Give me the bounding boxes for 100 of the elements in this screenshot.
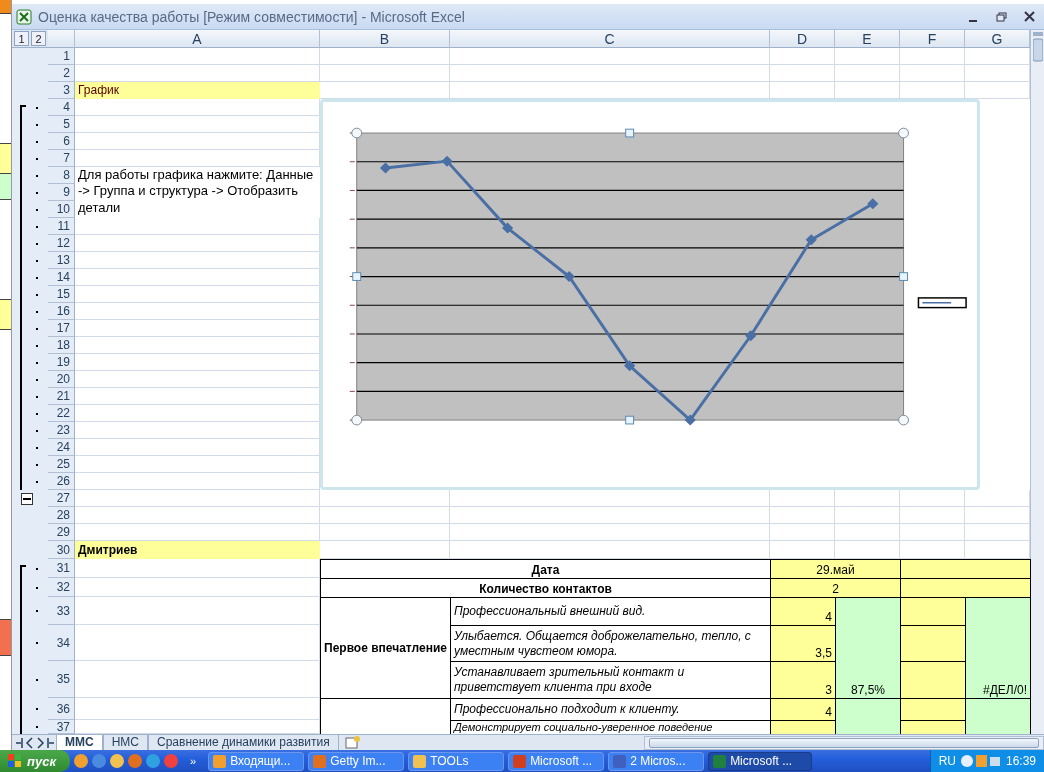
row-header[interactable]: 35 (48, 661, 75, 698)
row-header[interactable]: 2 (48, 65, 75, 82)
row-header[interactable]: 17 (48, 320, 75, 337)
sheet-cell[interactable] (770, 524, 835, 541)
sheet-cell[interactable] (450, 524, 770, 541)
row-header[interactable]: 15 (48, 286, 75, 303)
collapse-button[interactable] (21, 492, 33, 505)
taskbar-button[interactable]: Getty Im... (308, 751, 405, 771)
line-chart[interactable] (320, 99, 980, 490)
row-header[interactable]: 30 (48, 541, 75, 559)
outline-level-button[interactable]: 2 (31, 31, 46, 46)
sheet-cell[interactable] (835, 524, 900, 541)
row-header[interactable]: 26 (48, 473, 75, 490)
taskbar-button[interactable]: TOOLs (408, 751, 505, 771)
taskbar-button[interactable]: 2 Micros... (608, 751, 705, 771)
row-header[interactable]: 9 (48, 184, 75, 201)
scroll-right-icon[interactable] (45, 735, 56, 750)
quick-launch-icon[interactable] (146, 754, 160, 768)
more-button[interactable]: » (182, 755, 205, 767)
row-header[interactable]: 28 (48, 507, 75, 524)
row-header[interactable]: 8 (48, 167, 75, 184)
row-header[interactable]: 7 (48, 150, 75, 167)
row-header[interactable]: 21 (48, 388, 75, 405)
row-header[interactable]: 12 (48, 235, 75, 252)
row-header[interactable]: 16 (48, 303, 75, 320)
resize-handle[interactable] (351, 414, 363, 426)
quick-launch-icon[interactable] (164, 754, 178, 768)
column-header[interactable]: B (320, 30, 450, 48)
column-header[interactable]: C (450, 30, 770, 48)
row-header[interactable]: 13 (48, 252, 75, 269)
row-header[interactable]: 3 (48, 82, 75, 99)
tray-icons[interactable] (960, 754, 1001, 768)
scroll-thumb[interactable] (1032, 32, 1043, 62)
scroll-right-icon[interactable] (34, 735, 45, 750)
start-button[interactable]: пуск (0, 750, 70, 772)
sheet-tab[interactable]: ММС (56, 734, 103, 751)
row-header[interactable]: 31 (48, 559, 75, 578)
sheet-cell[interactable] (835, 507, 900, 524)
sheet-cell[interactable] (75, 507, 320, 524)
sheet-tab[interactable]: НМС (102, 734, 148, 751)
row-header[interactable]: 23 (48, 422, 75, 439)
table-cell (900, 625, 966, 662)
row-header[interactable]: 25 (48, 456, 75, 473)
sheet-cell[interactable] (450, 507, 770, 524)
row-header[interactable]: 20 (48, 371, 75, 388)
sheet-cell[interactable] (320, 65, 450, 82)
resize-handle[interactable] (351, 127, 363, 139)
resize-handle[interactable] (352, 272, 362, 281)
row-header[interactable]: 36 (48, 698, 75, 720)
taskbar-button[interactable]: Входящи... (208, 751, 305, 771)
sheet-cell[interactable] (320, 524, 450, 541)
taskbar-button[interactable]: Microsoft ... (708, 751, 813, 771)
row-header[interactable]: 18 (48, 337, 75, 354)
row-header[interactable]: 5 (48, 116, 75, 133)
sheet-cell[interactable] (900, 507, 965, 524)
row-header[interactable]: 14 (48, 269, 75, 286)
column-header[interactable]: D (770, 30, 835, 48)
resize-handle[interactable] (899, 272, 908, 281)
quick-launch-icon[interactable] (92, 754, 106, 768)
row-header[interactable]: 4 (48, 99, 75, 116)
resize-handle[interactable] (625, 128, 635, 138)
row-header[interactable]: 27 (48, 490, 75, 507)
taskbar-button[interactable]: Microsoft ... (508, 751, 605, 771)
sheet-cell[interactable] (770, 507, 835, 524)
insert-sheet-icon[interactable] (344, 736, 361, 749)
sheet-cell[interactable] (75, 490, 320, 507)
horizontal-scrollbar[interactable] (644, 735, 1044, 750)
sheet-cell[interactable] (770, 65, 835, 82)
sheet-cell[interactable] (900, 524, 965, 541)
sheet-tab[interactable]: Сравнение динамики развития (148, 734, 339, 751)
resize-handle[interactable] (898, 414, 909, 426)
row-header[interactable]: 29 (48, 524, 75, 541)
scroll-left-icon[interactable] (23, 735, 34, 750)
row-header[interactable]: 19 (48, 354, 75, 371)
resize-handle[interactable] (625, 415, 635, 425)
sheet-cell[interactable] (320, 507, 450, 524)
row-header[interactable]: 22 (48, 405, 75, 422)
quick-launch-icon[interactable] (74, 754, 88, 768)
row-header[interactable]: 1 (48, 48, 75, 65)
sheet-cell[interactable] (450, 65, 770, 82)
column-header[interactable]: F (900, 30, 965, 48)
row-header[interactable]: 24 (48, 439, 75, 456)
row-header[interactable]: 37 (48, 720, 75, 734)
quick-launch-icon[interactable] (110, 754, 124, 768)
outline-level-button[interactable]: 1 (14, 31, 29, 46)
column-header[interactable]: A (75, 30, 320, 48)
resize-handle[interactable] (898, 127, 909, 139)
row-header[interactable]: 33 (48, 597, 75, 625)
column-header[interactable]: G (965, 30, 1030, 48)
row-header[interactable]: 10 (48, 201, 75, 218)
column-header[interactable]: E (835, 30, 900, 48)
select-all-button[interactable] (48, 30, 75, 48)
row-header[interactable]: 11 (48, 218, 75, 235)
vertical-scrollbar[interactable] (1030, 30, 1044, 734)
row-header[interactable]: 32 (48, 578, 75, 597)
sheet-cell[interactable] (900, 65, 965, 82)
sheet-cell[interactable] (835, 65, 900, 82)
quick-launch-icon[interactable] (128, 754, 142, 768)
row-header[interactable]: 6 (48, 133, 75, 150)
row-header[interactable]: 34 (48, 625, 75, 661)
